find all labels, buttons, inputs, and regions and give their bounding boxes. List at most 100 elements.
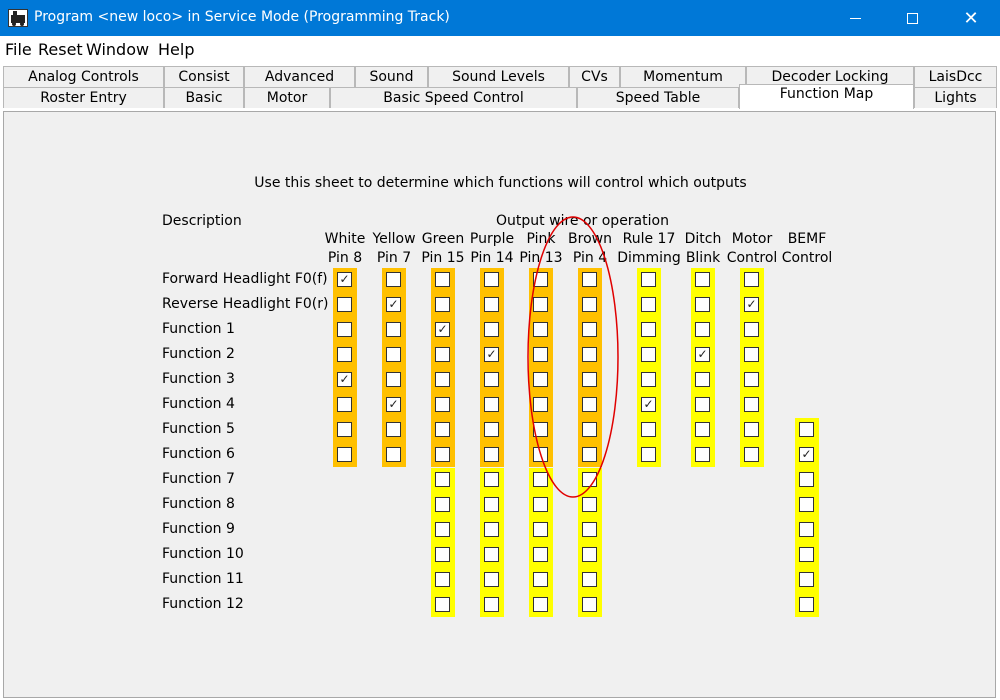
function-output-checkbox[interactable] <box>435 472 450 487</box>
function-output-checkbox[interactable]: ✓ <box>337 272 352 287</box>
function-output-checkbox[interactable] <box>484 572 499 587</box>
function-output-checkbox[interactable] <box>582 347 597 362</box>
function-output-checkbox[interactable] <box>386 322 401 337</box>
function-output-checkbox[interactable] <box>337 397 352 412</box>
function-output-checkbox[interactable] <box>484 322 499 337</box>
function-output-checkbox[interactable] <box>337 447 352 462</box>
function-output-checkbox[interactable] <box>641 422 656 437</box>
function-output-checkbox[interactable] <box>582 447 597 462</box>
tab-basic-speed-control[interactable]: Basic Speed Control <box>330 87 577 108</box>
function-output-checkbox[interactable]: ✓ <box>484 347 499 362</box>
function-output-checkbox[interactable] <box>484 447 499 462</box>
tab-momentum[interactable]: Momentum <box>620 66 746 87</box>
function-output-checkbox[interactable] <box>582 422 597 437</box>
function-output-checkbox[interactable] <box>799 472 814 487</box>
function-output-checkbox[interactable] <box>695 272 710 287</box>
function-output-checkbox[interactable] <box>744 422 759 437</box>
function-output-checkbox[interactable] <box>695 322 710 337</box>
tab-basic[interactable]: Basic <box>164 87 244 108</box>
function-output-checkbox[interactable] <box>582 397 597 412</box>
function-output-checkbox[interactable] <box>533 572 548 587</box>
function-output-checkbox[interactable] <box>695 447 710 462</box>
maximize-button[interactable] <box>889 0 935 36</box>
function-output-checkbox[interactable]: ✓ <box>695 347 710 362</box>
function-output-checkbox[interactable] <box>435 497 450 512</box>
function-output-checkbox[interactable] <box>484 397 499 412</box>
tab-consist[interactable]: Consist <box>164 66 244 87</box>
function-output-checkbox[interactable] <box>695 372 710 387</box>
function-output-checkbox[interactable] <box>799 497 814 512</box>
function-output-checkbox[interactable] <box>533 322 548 337</box>
function-output-checkbox[interactable] <box>484 297 499 312</box>
function-output-checkbox[interactable] <box>533 597 548 612</box>
function-output-checkbox[interactable] <box>641 447 656 462</box>
function-output-checkbox[interactable] <box>337 347 352 362</box>
function-output-checkbox[interactable] <box>533 522 548 537</box>
function-output-checkbox[interactable]: ✓ <box>386 397 401 412</box>
function-output-checkbox[interactable] <box>582 272 597 287</box>
function-output-checkbox[interactable] <box>744 447 759 462</box>
function-output-checkbox[interactable] <box>337 422 352 437</box>
tab-cvs[interactable]: CVs <box>569 66 620 87</box>
function-output-checkbox[interactable] <box>533 347 548 362</box>
function-output-checkbox[interactable] <box>744 272 759 287</box>
function-output-checkbox[interactable] <box>386 447 401 462</box>
function-output-checkbox[interactable] <box>435 372 450 387</box>
close-button[interactable]: ✕ <box>948 0 994 36</box>
function-output-checkbox[interactable] <box>435 547 450 562</box>
function-output-checkbox[interactable] <box>533 297 548 312</box>
function-output-checkbox[interactable] <box>695 422 710 437</box>
menu-file[interactable]: File <box>5 40 32 59</box>
function-output-checkbox[interactable] <box>695 397 710 412</box>
function-output-checkbox[interactable] <box>744 322 759 337</box>
function-output-checkbox[interactable] <box>386 272 401 287</box>
tab-laisdcc[interactable]: LaisDcc <box>914 66 997 87</box>
function-output-checkbox[interactable] <box>582 572 597 587</box>
menu-help[interactable]: Help <box>158 40 194 59</box>
function-output-checkbox[interactable] <box>435 597 450 612</box>
function-output-checkbox[interactable] <box>337 297 352 312</box>
function-output-checkbox[interactable] <box>386 347 401 362</box>
tab-sound-levels[interactable]: Sound Levels <box>428 66 569 87</box>
tab-roster-entry[interactable]: Roster Entry <box>3 87 164 108</box>
function-output-checkbox[interactable] <box>435 422 450 437</box>
function-output-checkbox[interactable] <box>695 297 710 312</box>
function-output-checkbox[interactable] <box>641 297 656 312</box>
function-output-checkbox[interactable]: ✓ <box>641 397 656 412</box>
function-output-checkbox[interactable] <box>641 347 656 362</box>
function-output-checkbox[interactable] <box>799 422 814 437</box>
function-output-checkbox[interactable] <box>435 447 450 462</box>
function-output-checkbox[interactable] <box>484 547 499 562</box>
function-output-checkbox[interactable] <box>641 372 656 387</box>
function-output-checkbox[interactable] <box>435 347 450 362</box>
function-output-checkbox[interactable]: ✓ <box>799 447 814 462</box>
function-output-checkbox[interactable] <box>641 322 656 337</box>
function-output-checkbox[interactable] <box>386 372 401 387</box>
function-output-checkbox[interactable] <box>435 522 450 537</box>
function-output-checkbox[interactable] <box>533 472 548 487</box>
function-output-checkbox[interactable] <box>435 572 450 587</box>
function-output-checkbox[interactable] <box>533 447 548 462</box>
function-output-checkbox[interactable] <box>582 372 597 387</box>
function-output-checkbox[interactable] <box>533 497 548 512</box>
menu-window[interactable]: Window <box>86 40 149 59</box>
function-output-checkbox[interactable] <box>337 322 352 337</box>
function-output-checkbox[interactable] <box>484 422 499 437</box>
menu-reset[interactable]: Reset <box>38 40 83 59</box>
function-output-checkbox[interactable] <box>582 497 597 512</box>
function-output-checkbox[interactable] <box>533 547 548 562</box>
function-output-checkbox[interactable] <box>744 372 759 387</box>
function-output-checkbox[interactable]: ✓ <box>337 372 352 387</box>
function-output-checkbox[interactable] <box>744 347 759 362</box>
function-output-checkbox[interactable] <box>435 397 450 412</box>
tab-speed-table[interactable]: Speed Table <box>577 87 739 108</box>
function-output-checkbox[interactable] <box>484 497 499 512</box>
function-output-checkbox[interactable] <box>744 397 759 412</box>
function-output-checkbox[interactable] <box>799 522 814 537</box>
function-output-checkbox[interactable] <box>582 297 597 312</box>
function-output-checkbox[interactable] <box>484 472 499 487</box>
function-output-checkbox[interactable]: ✓ <box>435 322 450 337</box>
function-output-checkbox[interactable]: ✓ <box>744 297 759 312</box>
function-output-checkbox[interactable] <box>582 522 597 537</box>
function-output-checkbox[interactable] <box>799 572 814 587</box>
